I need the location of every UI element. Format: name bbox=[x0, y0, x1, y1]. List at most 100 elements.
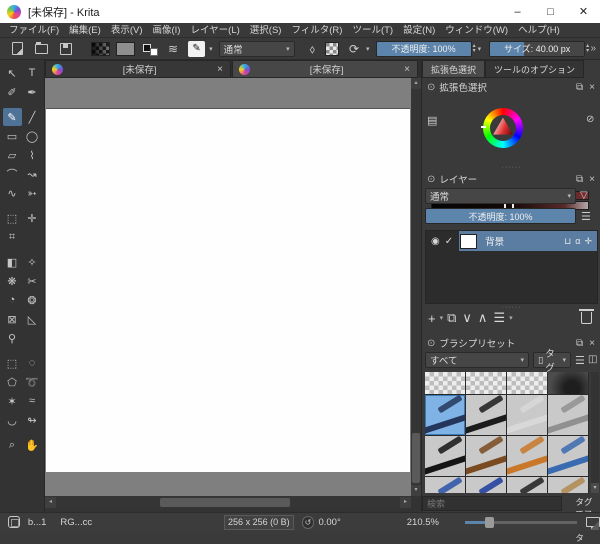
opacity-slider[interactable]: 不透明度: 100% bbox=[376, 41, 472, 57]
layer-inherit-alpha-icon[interactable]: ✛ bbox=[584, 236, 592, 247]
reload-preset-icon[interactable]: ⟳ bbox=[349, 42, 359, 56]
close-button[interactable]: ✕ bbox=[567, 0, 600, 23]
toolbar-overflow-button[interactable]: » bbox=[590, 43, 598, 54]
tool-similar-select-icon[interactable]: ≈ bbox=[23, 392, 42, 410]
move-layer-up-button[interactable]: ∧ bbox=[478, 310, 488, 326]
tool-pan-icon[interactable]: ✋ bbox=[23, 436, 42, 454]
tab-close-icon[interactable]: × bbox=[210, 64, 230, 75]
layer-blending-mode-dropdown[interactable]: 通常 ▾ bbox=[425, 188, 576, 204]
scroll-down-icon[interactable]: ▾ bbox=[591, 483, 599, 493]
tool-calligraphy-icon[interactable]: ✒ bbox=[23, 83, 42, 101]
brush-preset-ballpoint-blue[interactable] bbox=[466, 477, 506, 493]
size-spinner[interactable]: ▴▾ bbox=[586, 44, 589, 54]
tool-fill-icon[interactable]: ◔ bbox=[3, 291, 22, 309]
open-document-icon[interactable] bbox=[35, 44, 48, 54]
tool-polygon-select-icon[interactable]: ⬠ bbox=[3, 373, 22, 391]
brush-preset-eraser-hard[interactable] bbox=[466, 372, 506, 394]
tool-select-shapes-icon[interactable]: ↖ bbox=[3, 64, 22, 82]
add-layer-button[interactable]: + bbox=[428, 311, 436, 326]
splitter-handle[interactable]: ······ bbox=[422, 164, 600, 171]
canvas-viewport[interactable] bbox=[45, 78, 411, 496]
menu-item-5[interactable]: 選択(S) bbox=[245, 23, 287, 38]
menu-item-4[interactable]: レイヤー(L) bbox=[185, 23, 244, 38]
move-layer-down-button[interactable]: ∨ bbox=[462, 310, 472, 326]
layer-thumbnail[interactable] bbox=[460, 234, 477, 249]
close-docker-icon[interactable]: × bbox=[589, 174, 595, 185]
layer-properties-button[interactable]: ☰ bbox=[493, 310, 505, 326]
tool-contiguous-select-icon[interactable]: ✶ bbox=[3, 392, 22, 410]
float-docker-icon[interactable]: ⧉ bbox=[576, 174, 583, 185]
layer-unlock-icon[interactable]: ⊔ bbox=[564, 236, 571, 247]
opacity-spinner[interactable]: ▴▾ bbox=[473, 44, 476, 54]
tool-colorize-mask-icon[interactable]: ⊠ bbox=[3, 310, 22, 328]
tool-reference-images-icon[interactable]: ⚲ bbox=[3, 329, 22, 347]
tool-smart-patch-icon[interactable]: ✂ bbox=[23, 272, 42, 290]
zoom-slider-handle[interactable] bbox=[485, 517, 494, 528]
canvas[interactable] bbox=[46, 108, 410, 472]
duplicate-layer-button[interactable]: ⧉ bbox=[447, 310, 456, 326]
brush-preset-marker-black[interactable] bbox=[466, 395, 506, 435]
menu-item-7[interactable]: ツール(T) bbox=[347, 23, 398, 38]
color-selector-settings-icon[interactable]: ▤ bbox=[427, 114, 437, 127]
brush-preset-pencil-wood[interactable] bbox=[548, 477, 588, 493]
storage-icon[interactable]: ◫ bbox=[588, 354, 597, 365]
brush-preset-ink-brush-black[interactable] bbox=[425, 436, 465, 476]
document-tab-1[interactable]: [未保存]× bbox=[232, 60, 418, 78]
layer-row-background[interactable]: ◉ ✓ 背景 ⊔ α ✛ bbox=[426, 231, 597, 251]
tool-enclose-fill-icon[interactable]: ❂ bbox=[23, 291, 42, 309]
brush-preset-pen-white[interactable] bbox=[507, 395, 547, 435]
tab-close-icon[interactable]: × bbox=[397, 64, 417, 75]
brush-preset-status-icon[interactable] bbox=[8, 516, 20, 528]
reload-dropdown-icon[interactable]: ▾ bbox=[366, 45, 370, 53]
docker-lock-icon[interactable]: ⊙ bbox=[427, 338, 435, 349]
tool-edit-shapes-icon[interactable]: ✐ bbox=[3, 83, 22, 101]
tool-polygon-icon[interactable]: ▱ bbox=[3, 146, 22, 164]
preserve-alpha-icon[interactable] bbox=[325, 42, 339, 56]
maximize-button[interactable]: □ bbox=[534, 0, 567, 23]
tool-bezier-curve-icon[interactable]: ⌒ bbox=[3, 165, 22, 183]
foreground-background-colors-icon[interactable] bbox=[143, 41, 158, 56]
tool-rectangle-icon[interactable]: ▭ bbox=[3, 127, 22, 145]
layer-opacity-slider[interactable]: 不透明度: 100% bbox=[425, 208, 576, 224]
menu-item-1[interactable]: 編集(E) bbox=[64, 23, 106, 38]
eraser-mode-icon[interactable]: ⬨ bbox=[310, 42, 315, 56]
menu-item-10[interactable]: ヘルプ(H) bbox=[513, 23, 565, 38]
size-slider[interactable]: サイズ: 40.00 px bbox=[489, 41, 585, 57]
canvas-rotation-icon[interactable]: ↺ bbox=[302, 516, 315, 529]
delete-layer-button[interactable] bbox=[581, 312, 592, 324]
tool-bezier-select-icon[interactable]: ◡ bbox=[3, 411, 22, 429]
tool-color-sampler-icon[interactable]: ✧ bbox=[23, 253, 42, 271]
save-document-icon[interactable] bbox=[60, 43, 72, 55]
layer-properties-dropdown-icon[interactable]: ▾ bbox=[509, 314, 513, 322]
brush-preset-eraser-soft[interactable] bbox=[425, 372, 465, 394]
menu-item-3[interactable]: 画像(I) bbox=[147, 23, 185, 38]
tool-dynamic-brush-icon[interactable]: ∿ bbox=[3, 184, 22, 202]
tool-multibrush-icon[interactable]: ➳ bbox=[23, 184, 42, 202]
tool-freehand-select-icon[interactable]: ➰ bbox=[23, 373, 42, 391]
layer-check-icon[interactable]: ✓ bbox=[445, 236, 453, 247]
brush-editor-dropdown-icon[interactable]: ▾ bbox=[209, 45, 213, 53]
menu-item-9[interactable]: ウィンドウ(W) bbox=[440, 23, 513, 38]
minimize-button[interactable]: – bbox=[501, 0, 534, 23]
scroll-right-icon[interactable]: ▸ bbox=[400, 497, 411, 508]
tool-transform-icon[interactable]: ⬚ bbox=[3, 209, 22, 227]
opacity-dropdown-icon[interactable]: ▾ bbox=[478, 45, 482, 53]
brush-preset-pencil-blue[interactable] bbox=[548, 436, 588, 476]
list-view-icon[interactable]: ☰ bbox=[575, 354, 585, 367]
brush-preset-eraser-circle[interactable] bbox=[507, 372, 547, 394]
tool-text-icon[interactable]: T bbox=[23, 64, 42, 82]
gradient-swatch[interactable] bbox=[91, 42, 110, 56]
close-docker-icon[interactable]: × bbox=[589, 338, 595, 349]
brush-preset-brush-orange[interactable] bbox=[507, 436, 547, 476]
close-docker-icon[interactable]: × bbox=[589, 82, 595, 93]
tool-line-icon[interactable]: ╱ bbox=[23, 108, 42, 126]
brush-preset-ink-pen-blue[interactable] bbox=[425, 395, 465, 435]
horizontal-scroll-thumb[interactable] bbox=[160, 498, 290, 507]
canvas-horizontal-scrollbar[interactable]: ◂ ▸ bbox=[45, 496, 411, 509]
tool-rect-select-icon[interactable]: ⬚ bbox=[3, 354, 22, 372]
zoom-slider[interactable] bbox=[465, 516, 576, 529]
scroll-up-icon[interactable]: ▴ bbox=[411, 78, 421, 89]
brush-preset-pen-gray[interactable] bbox=[548, 395, 588, 435]
tool-magnetic-select-icon[interactable]: ↬ bbox=[23, 411, 42, 429]
tool-polyline-icon[interactable]: ⌇ bbox=[23, 146, 42, 164]
